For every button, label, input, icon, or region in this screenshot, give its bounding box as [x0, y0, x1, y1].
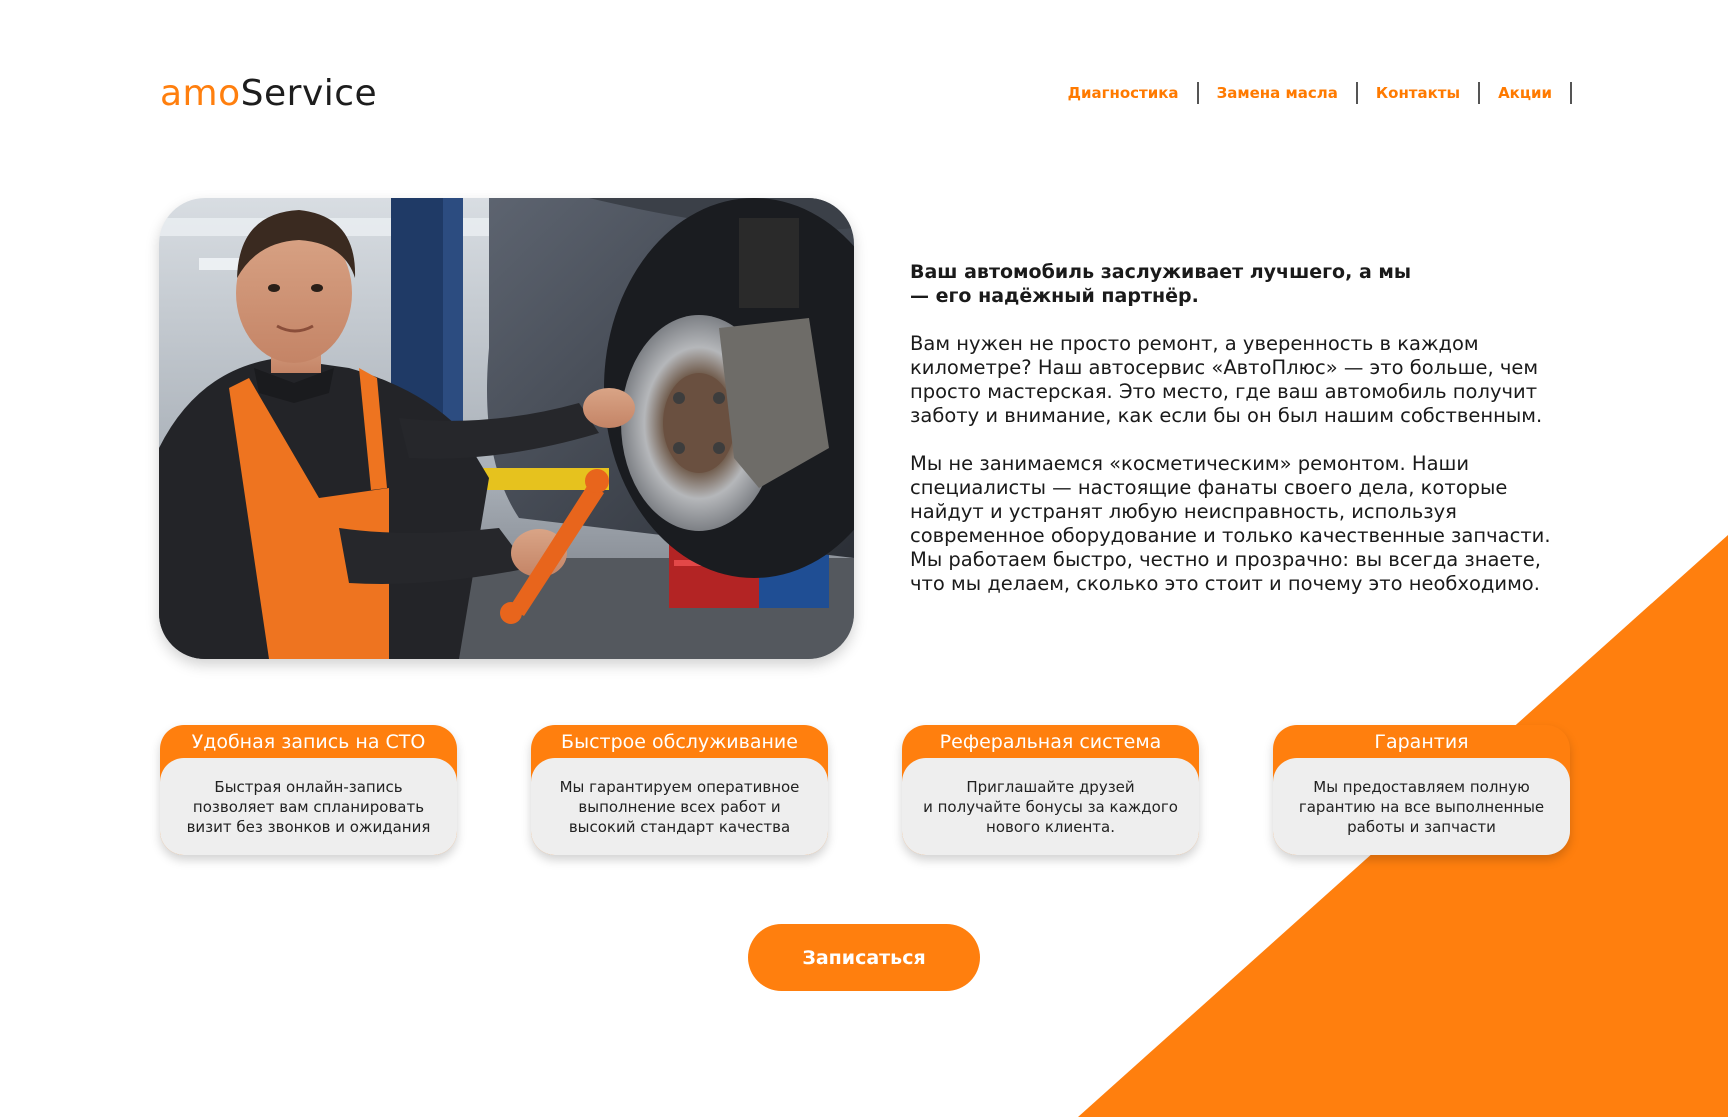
feature-card-warranty: Гарантия Мы предоставляем полную гаранти…	[1273, 725, 1570, 855]
nav-link-oil-change[interactable]: Замена масла	[1217, 84, 1338, 102]
logo-suffix: Service	[240, 73, 378, 114]
feature-card-text: Приглашайте друзей и получайте бонусы за…	[902, 758, 1199, 855]
nav-item-diagnostics: Диагностика	[1068, 82, 1217, 104]
feature-card-text: Быстрая онлайн-запись позволяет вам спла…	[160, 758, 457, 855]
feature-card-title: Быстрое обслуживание	[561, 731, 798, 753]
feature-card-title: Реферальная система	[939, 731, 1162, 753]
nav-link-promotions[interactable]: Акции	[1498, 84, 1552, 102]
nav-item-contacts: Контакты	[1376, 82, 1498, 104]
intro-paragraph-2: Мы не занимаемся «косметическим» ремонто…	[910, 452, 1551, 595]
nav-item-promotions: Акции	[1498, 82, 1572, 104]
feature-card-online-booking: Удобная запись на СТО Быстрая онлайн-зап…	[160, 725, 457, 855]
feature-card-title: Удобная запись на СТО	[191, 731, 426, 753]
book-appointment-button[interactable]: Записаться	[748, 924, 980, 991]
nav-item-oil-change: Замена масла	[1217, 82, 1376, 104]
nav-divider	[1570, 82, 1572, 104]
header: amoService Диагностика Замена масла Конт…	[160, 68, 1572, 120]
mechanic-photo-illustration	[159, 198, 854, 659]
nav-link-diagnostics[interactable]: Диагностика	[1068, 84, 1179, 102]
logo[interactable]: amoService	[160, 70, 377, 118]
nav-divider	[1355, 82, 1358, 104]
feature-card-referral: Реферальная система Приглашайте друзей и…	[902, 725, 1199, 855]
nav-link-contacts[interactable]: Контакты	[1376, 84, 1460, 102]
features: Удобная запись на СТО Быстрая онлайн-зап…	[160, 725, 1572, 855]
feature-card-text: Мы предоставляем полную гарантию на все …	[1273, 758, 1570, 855]
feature-card-text: Мы гарантируем оперативное выполнение вс…	[531, 758, 828, 855]
intro-text: Ваш автомобиль заслуживает лучшего, а мы…	[910, 260, 1590, 620]
feature-card-fast-service: Быстрое обслуживание Мы гарантируем опер…	[531, 725, 828, 855]
intro-lead: Ваш автомобиль заслуживает лучшего, а мы…	[910, 261, 1412, 307]
page: amoService Диагностика Замена масла Конт…	[0, 0, 1728, 1117]
feature-card-title: Гарантия	[1374, 731, 1469, 753]
main-nav: Диагностика Замена масла Контакты Акции	[1068, 82, 1572, 104]
mechanic-photo	[159, 198, 854, 659]
intro-paragraph-1: Вам нужен не просто ремонт, а уверенност…	[910, 332, 1543, 427]
nav-divider	[1478, 82, 1481, 104]
logo-prefix: amo	[160, 73, 241, 114]
nav-divider	[1196, 82, 1199, 104]
